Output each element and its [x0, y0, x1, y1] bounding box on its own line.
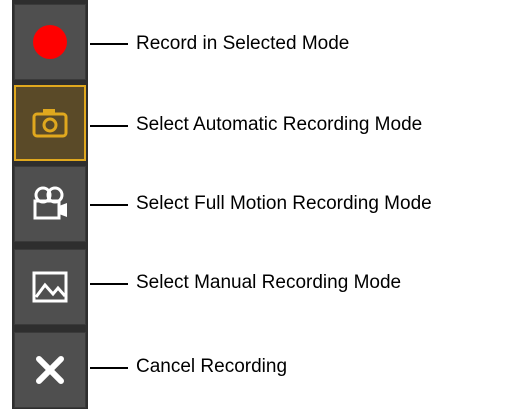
callout-line: [90, 125, 128, 127]
full-motion-mode-button[interactable]: [14, 166, 86, 242]
callout-label-record: Record in Selected Mode: [136, 33, 350, 54]
callout-line: [90, 367, 128, 369]
video-camera-icon: [33, 186, 67, 220]
automatic-mode-button[interactable]: [14, 85, 86, 161]
callout-label-manual: Select Manual Recording Mode: [136, 272, 402, 293]
callout-line: [90, 204, 128, 206]
callout-line: [90, 43, 128, 45]
record-button[interactable]: [14, 4, 86, 80]
image-icon: [32, 271, 68, 303]
callout-label-cancel: Cancel Recording: [136, 356, 288, 377]
callout-line: [90, 283, 128, 285]
manual-mode-button[interactable]: [14, 249, 86, 325]
callout-label-automatic: Select Automatic Recording Mode: [136, 114, 423, 135]
recording-toolbar: [12, 0, 88, 409]
x-icon: [36, 356, 64, 384]
cancel-recording-button[interactable]: [14, 332, 86, 408]
record-dot-icon: [33, 25, 67, 59]
camera-icon: [32, 109, 68, 138]
callout-label-full-motion: Select Full Motion Recording Mode: [136, 193, 432, 214]
